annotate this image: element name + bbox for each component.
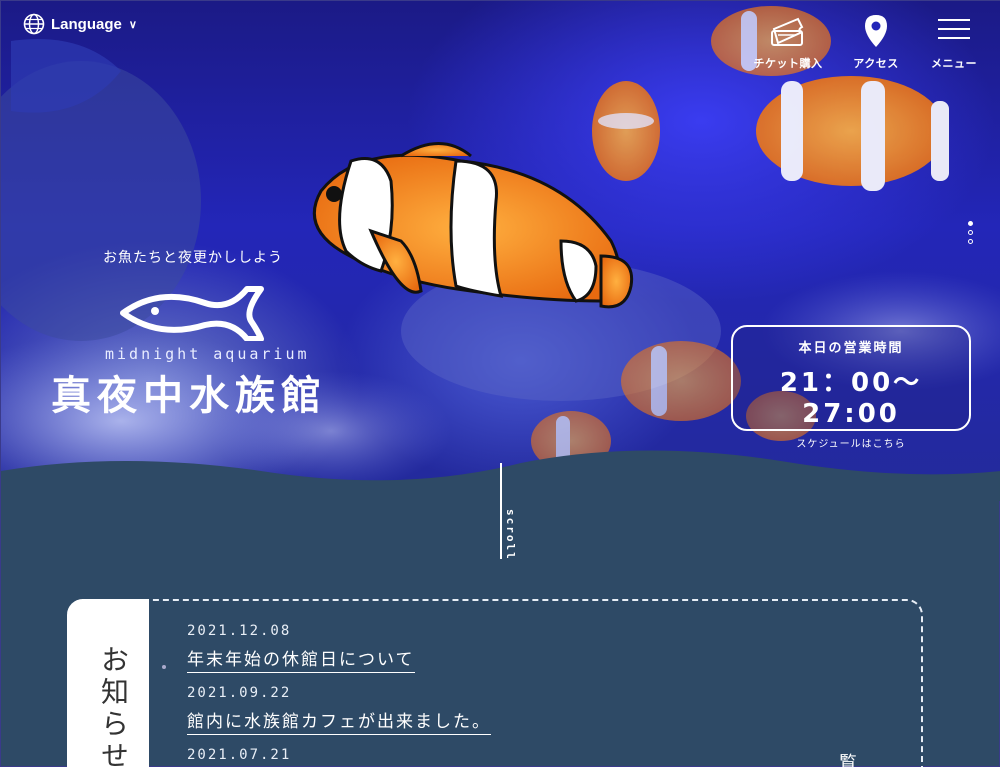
top-nav: チケット購入 アクセス メニュー xyxy=(753,13,979,71)
nav-menu-label: メニュー xyxy=(931,57,977,70)
hours-card[interactable]: 本日の営業時間 21：00〜27:00 スケジュールはこちら xyxy=(731,325,971,450)
map-pin-icon xyxy=(865,15,887,47)
hours-time: 21：00〜27:00 xyxy=(779,368,923,429)
hero-tagline: お魚たちと夜更かししよう xyxy=(103,250,283,266)
scroll-indicator[interactable]: scroll xyxy=(504,509,517,561)
hours-label: 本日の営業時間 xyxy=(798,341,904,356)
logo-english: midnight aquarium xyxy=(105,345,310,363)
logo-japanese: 真夜中水族館 xyxy=(51,372,327,419)
slider-dot[interactable] xyxy=(968,221,973,226)
chevron-down-icon: ∨ xyxy=(128,18,137,31)
nav-access-label: アクセス xyxy=(853,57,899,70)
globe-icon xyxy=(23,13,45,35)
language-switcher[interactable]: Language ∨ xyxy=(23,13,137,35)
scroll-indicator-line xyxy=(500,463,502,559)
fish-logo-icon xyxy=(120,286,264,341)
language-label: Language xyxy=(51,15,122,33)
news-link[interactable]: 館内に水族館カフェが出来ました。 xyxy=(187,707,491,735)
news-link[interactable]: 年末年始の休館日について xyxy=(187,645,415,673)
nav-ticket[interactable]: チケット購入 xyxy=(753,13,823,71)
nav-menu[interactable]: メニュー xyxy=(929,13,979,71)
news-date: 2021.12.08 xyxy=(187,623,292,639)
news-more-link[interactable]: 覧 xyxy=(839,749,857,767)
news-item[interactable]: 2021.09.22 館内に水族館カフェが出来ました。 xyxy=(187,685,491,735)
slider-dots xyxy=(968,221,973,244)
news-item[interactable]: 2021.07.21 xyxy=(187,747,491,763)
news-list: 2021.12.08 年末年始の休館日について 2021.09.22 館内に水族… xyxy=(187,623,491,767)
news-title-panel: お知らせ xyxy=(67,599,149,767)
nav-access[interactable]: アクセス xyxy=(841,13,911,71)
nav-ticket-label: チケット購入 xyxy=(753,57,823,70)
ticket-icon xyxy=(771,17,804,46)
news-section: お知らせ 2021.12.08 年末年始の休館日について 2021.09.22 … xyxy=(67,599,923,767)
decor-dot xyxy=(162,665,166,669)
news-date: 2021.09.22 xyxy=(187,685,292,701)
slider-dot[interactable] xyxy=(968,230,973,235)
news-item[interactable]: 2021.12.08 年末年始の休館日について xyxy=(187,623,491,673)
news-title: お知らせ xyxy=(97,645,130,767)
slider-dot[interactable] xyxy=(968,239,973,244)
hero: Language ∨ チケット購入 アクセス メニュー お魚たちと夜更かししよう… xyxy=(1,1,1000,501)
hamburger-menu-icon xyxy=(938,19,970,39)
news-date: 2021.07.21 xyxy=(187,747,292,763)
